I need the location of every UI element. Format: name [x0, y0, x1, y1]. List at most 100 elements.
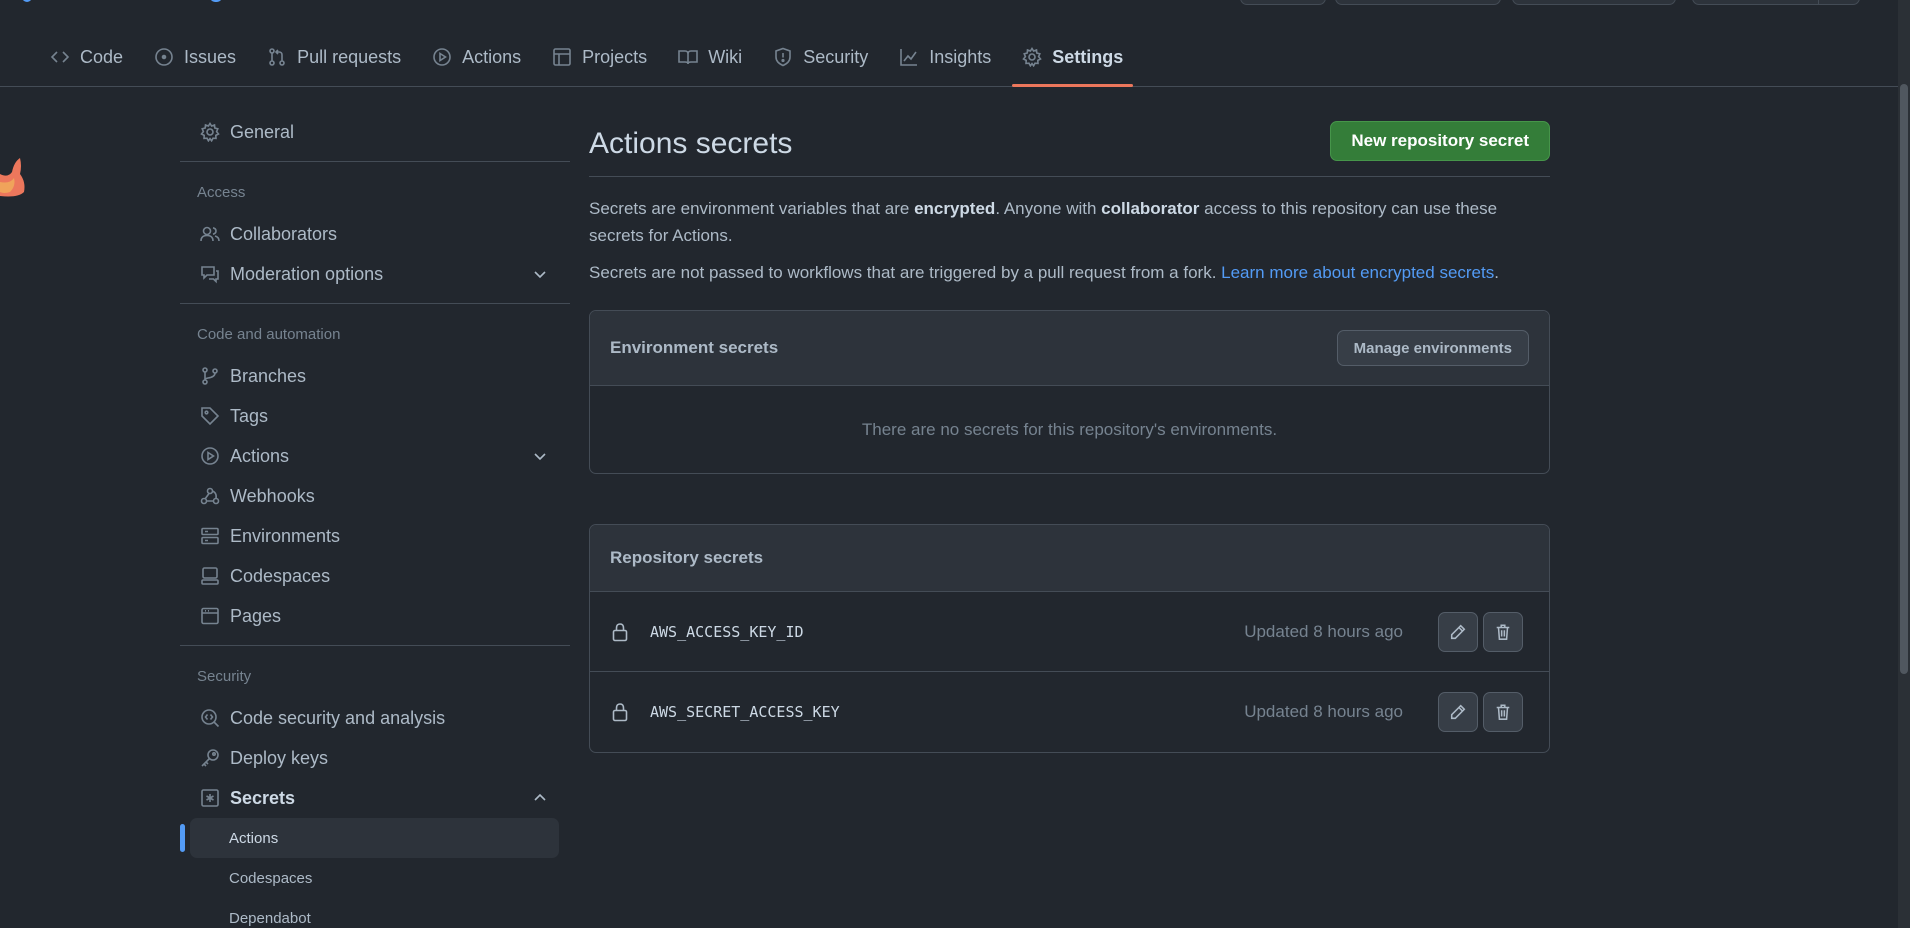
pull-request-icon: [269, 48, 285, 66]
sidebar-item-codespaces[interactable]: Codespaces: [180, 556, 570, 596]
sidebar-subitem-secrets-dependabot[interactable]: Dependabot: [190, 898, 559, 928]
browser-icon: [201, 607, 219, 625]
issue-icon: [155, 48, 173, 66]
page-title: Actions secrets: [589, 127, 793, 160]
git-branch-icon: [202, 367, 218, 385]
sidebar-item-general[interactable]: General: [180, 112, 570, 152]
sidebar-item-environments[interactable]: Environments: [180, 516, 570, 556]
secret-name: AWS_SECRET_ACCESS_KEY: [650, 703, 840, 721]
graph-icon: [900, 49, 918, 66]
repo-tab-nav: Code Issues Pull requests Actions Projec…: [0, 28, 1898, 87]
repo-name-link[interactable]: [210, 0, 222, 2]
star-button[interactable]: [1692, 0, 1860, 5]
octocat-mascot: [0, 158, 25, 197]
environment-secrets-empty: There are no secrets for this repository…: [861, 419, 1278, 439]
sidebar-subitem-secrets-actions[interactable]: Actions: [180, 818, 559, 858]
scrollbar-thumb[interactable]: [1900, 84, 1908, 674]
chevron-down-icon: [534, 271, 546, 279]
repository-secrets-header: Repository secrets: [590, 525, 1549, 592]
tab-wiki[interactable]: Wiki: [668, 28, 752, 86]
gear-icon: [1022, 47, 1042, 67]
play-icon: [433, 48, 451, 66]
shield-icon: [775, 47, 791, 67]
delete-secret-button[interactable]: [1483, 611, 1523, 652]
pencil-icon: [1450, 624, 1466, 639]
lock-icon: [612, 703, 628, 722]
sidebar-divider: [180, 645, 570, 646]
chevron-up-icon: [534, 793, 546, 801]
play-icon: [201, 447, 219, 465]
tab-security[interactable]: Security: [763, 28, 878, 86]
tab-actions[interactable]: Actions: [422, 28, 531, 86]
sidebar-item-tags[interactable]: Tags: [180, 396, 570, 436]
learn-more-link[interactable]: Learn more about encrypted secrets: [1221, 263, 1494, 282]
watch-button[interactable]: [1335, 0, 1501, 5]
secret-updated: Updated 8 hours ago: [1244, 702, 1403, 721]
server-icon: [201, 527, 219, 545]
secrets-description: Secrets are environment variables that a…: [589, 199, 1498, 245]
notifications-button[interactable]: [1240, 0, 1326, 5]
key-asterisk-icon: [201, 789, 219, 807]
sidebar-item-deploy-keys[interactable]: Deploy keys: [180, 738, 570, 778]
tag-icon: [201, 407, 220, 426]
environment-secrets-box: Environment secrets Manage environments …: [589, 310, 1550, 474]
lock-icon: [612, 622, 628, 641]
fork-button[interactable]: [1512, 0, 1676, 5]
sidebar-item-collaborators[interactable]: Collaborators: [180, 214, 570, 254]
sidebar-item-pages[interactable]: Pages: [180, 596, 570, 636]
sidebar-divider: [180, 303, 570, 304]
chevron-down-icon: [534, 453, 546, 461]
settings-sidebar: General Access Collaborators Moderation …: [180, 112, 570, 928]
tab-pull-requests[interactable]: Pull requests: [257, 28, 411, 86]
page-scrollbar[interactable]: [1898, 0, 1910, 928]
trash-icon: [1496, 704, 1510, 720]
trash-icon: [1496, 623, 1510, 640]
manage-environments-button[interactable]: Manage environments: [1336, 330, 1529, 366]
comment-discussion-icon: [201, 266, 219, 284]
star-dropdown-split[interactable]: [1818, 0, 1819, 4]
repo-owner-link[interactable]: [22, 0, 32, 2]
secret-name: AWS_ACCESS_KEY_ID: [650, 622, 804, 641]
header-remnant: [0, 0, 1898, 8]
book-icon: [678, 50, 698, 65]
code-icon: [50, 51, 70, 63]
tab-code[interactable]: Code: [40, 28, 133, 86]
secret-row: AWS_ACCESS_KEY_ID Updated 8 hours ago: [590, 592, 1549, 672]
sidebar-subitem-secrets-codespaces[interactable]: Codespaces: [190, 858, 559, 898]
secret-row: AWS_SECRET_ACCESS_KEY Updated 8 hours ag…: [590, 672, 1549, 752]
codespaces-icon: [201, 567, 219, 585]
tab-issues[interactable]: Issues: [144, 28, 246, 86]
sidebar-heading-code-automation: Code and automation: [197, 325, 341, 343]
sidebar-item-moderation[interactable]: Moderation options: [180, 254, 570, 294]
delete-secret-button[interactable]: [1483, 692, 1523, 732]
sidebar-item-webhooks[interactable]: Webhooks: [180, 476, 570, 516]
key-icon: [201, 749, 219, 767]
environment-secrets-header: Environment secrets Manage environments: [590, 311, 1549, 386]
edit-secret-button[interactable]: [1438, 692, 1478, 732]
new-repository-secret-button[interactable]: New repository secret: [1330, 121, 1550, 161]
page-header: Actions secrets New repository secret: [589, 120, 1550, 177]
edit-secret-button[interactable]: [1438, 611, 1478, 652]
repository-secrets-title: Repository secrets: [610, 548, 764, 567]
main-content: Actions secrets New repository secret Se…: [589, 120, 1550, 753]
table-icon: [553, 48, 571, 66]
webhook-icon: [200, 487, 220, 505]
tab-insights[interactable]: Insights: [889, 28, 1001, 86]
tab-projects[interactable]: Projects: [542, 28, 657, 86]
sidebar-divider: [180, 161, 570, 162]
sidebar-item-secrets[interactable]: Secrets: [180, 778, 570, 818]
sidebar-item-actions[interactable]: Actions: [180, 436, 570, 476]
gear-icon: [200, 122, 220, 142]
pencil-icon: [1450, 704, 1466, 720]
sidebar-heading-access: Access: [197, 183, 246, 201]
secret-updated: Updated 8 hours ago: [1244, 621, 1403, 641]
tab-settings[interactable]: Settings: [1012, 28, 1134, 87]
codescan-icon: [201, 709, 220, 728]
sidebar-item-branches[interactable]: Branches: [180, 356, 570, 396]
sidebar-heading-security: Security: [197, 667, 252, 685]
fork-notice: Secrets are not passed to workflows that…: [589, 263, 1499, 282]
repository-secrets-box: Repository secrets AWS_ACCESS_KEY_ID Upd…: [589, 524, 1550, 753]
sidebar-item-code-security[interactable]: Code security and analysis: [180, 698, 570, 738]
environment-secrets-title: Environment secrets: [610, 338, 779, 357]
people-icon: [200, 226, 220, 242]
